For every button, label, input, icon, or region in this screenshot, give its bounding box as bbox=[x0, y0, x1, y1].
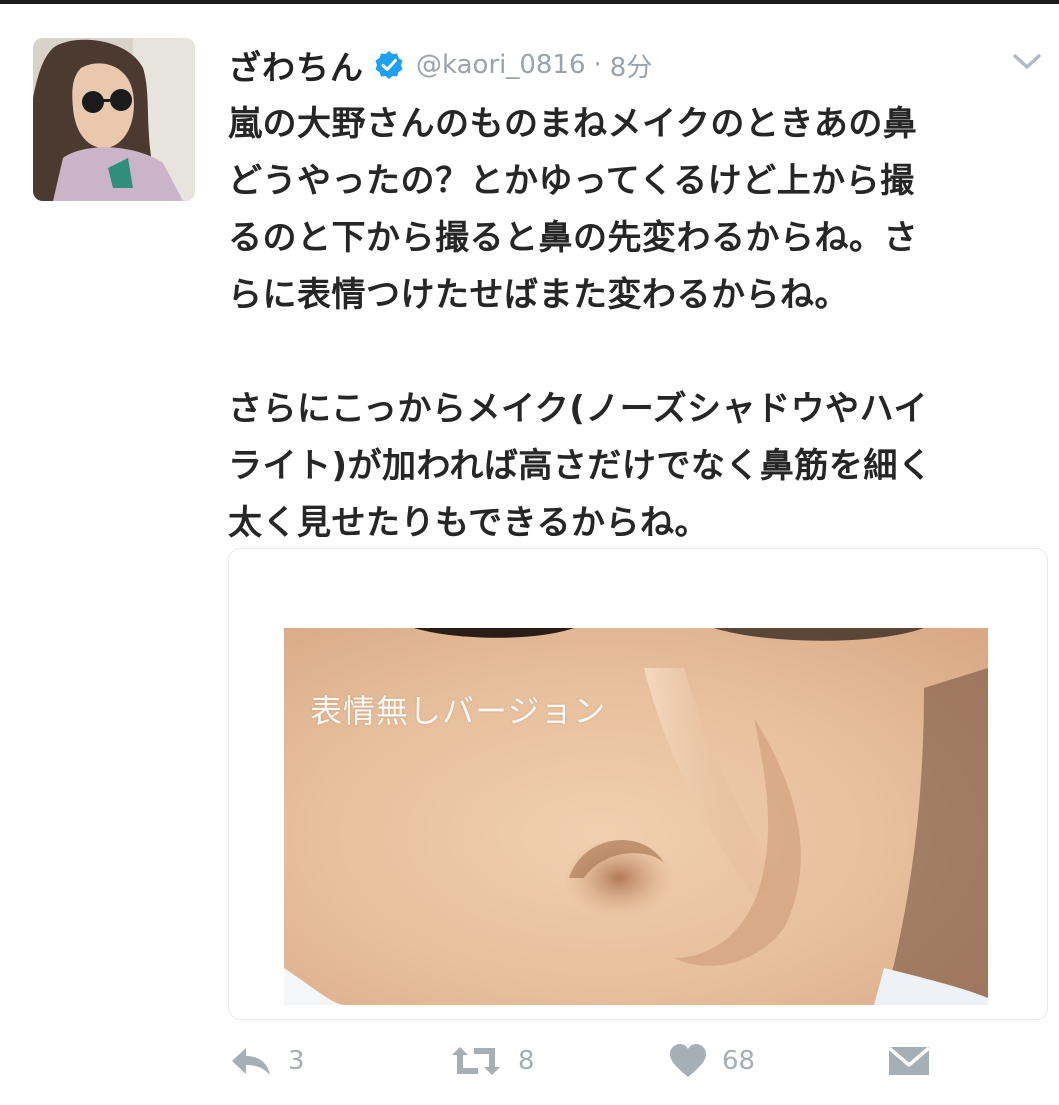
envelope-icon bbox=[886, 1043, 932, 1079]
retweet-count: 8 bbox=[518, 1046, 535, 1076]
avatar-photo bbox=[33, 38, 195, 201]
media-photo[interactable]: 表情無しバージョン bbox=[284, 628, 988, 1005]
tweet-paragraph: 嵐の大野さんのものまねメイクのときあの鼻 どうやったの？とかゆってくるけど上から… bbox=[228, 104, 918, 315]
direct-message-button[interactable] bbox=[886, 1036, 932, 1086]
reply-count: 3 bbox=[288, 1046, 305, 1076]
verified-badge-icon bbox=[374, 50, 404, 80]
reply-icon bbox=[228, 1044, 274, 1078]
tweet-header: ざわちん @kaori_0816 · 8分 bbox=[228, 40, 652, 90]
retweet-button[interactable]: 8 bbox=[448, 1036, 535, 1086]
face-closeup-image bbox=[284, 628, 988, 1005]
heart-icon bbox=[668, 1043, 708, 1079]
user-handle[interactable]: @kaori_0816 bbox=[416, 50, 586, 80]
meta-separator: · bbox=[593, 50, 602, 80]
image-caption: 表情無しバージョン bbox=[310, 692, 607, 730]
chevron-down-icon[interactable] bbox=[1010, 48, 1044, 74]
tweet-text: 嵐の大野さんのものまねメイクのときあの鼻 どうやったの？とかゆってくるけど上から… bbox=[228, 96, 1048, 552]
reply-button[interactable]: 3 bbox=[228, 1036, 305, 1086]
avatar[interactable] bbox=[33, 38, 195, 201]
tweet-actions: 3 8 68 bbox=[228, 1036, 1048, 1086]
like-button[interactable]: 68 bbox=[668, 1036, 755, 1086]
retweet-icon bbox=[448, 1044, 504, 1078]
tweet-paragraph: さらにこっからメイク(ノーズシャドウやハイ ライト)が加われば高さだけでなく鼻筋… bbox=[228, 389, 933, 543]
like-count: 68 bbox=[722, 1046, 756, 1076]
display-name[interactable]: ざわちん bbox=[228, 41, 364, 89]
timestamp[interactable]: 8分 bbox=[610, 47, 653, 84]
